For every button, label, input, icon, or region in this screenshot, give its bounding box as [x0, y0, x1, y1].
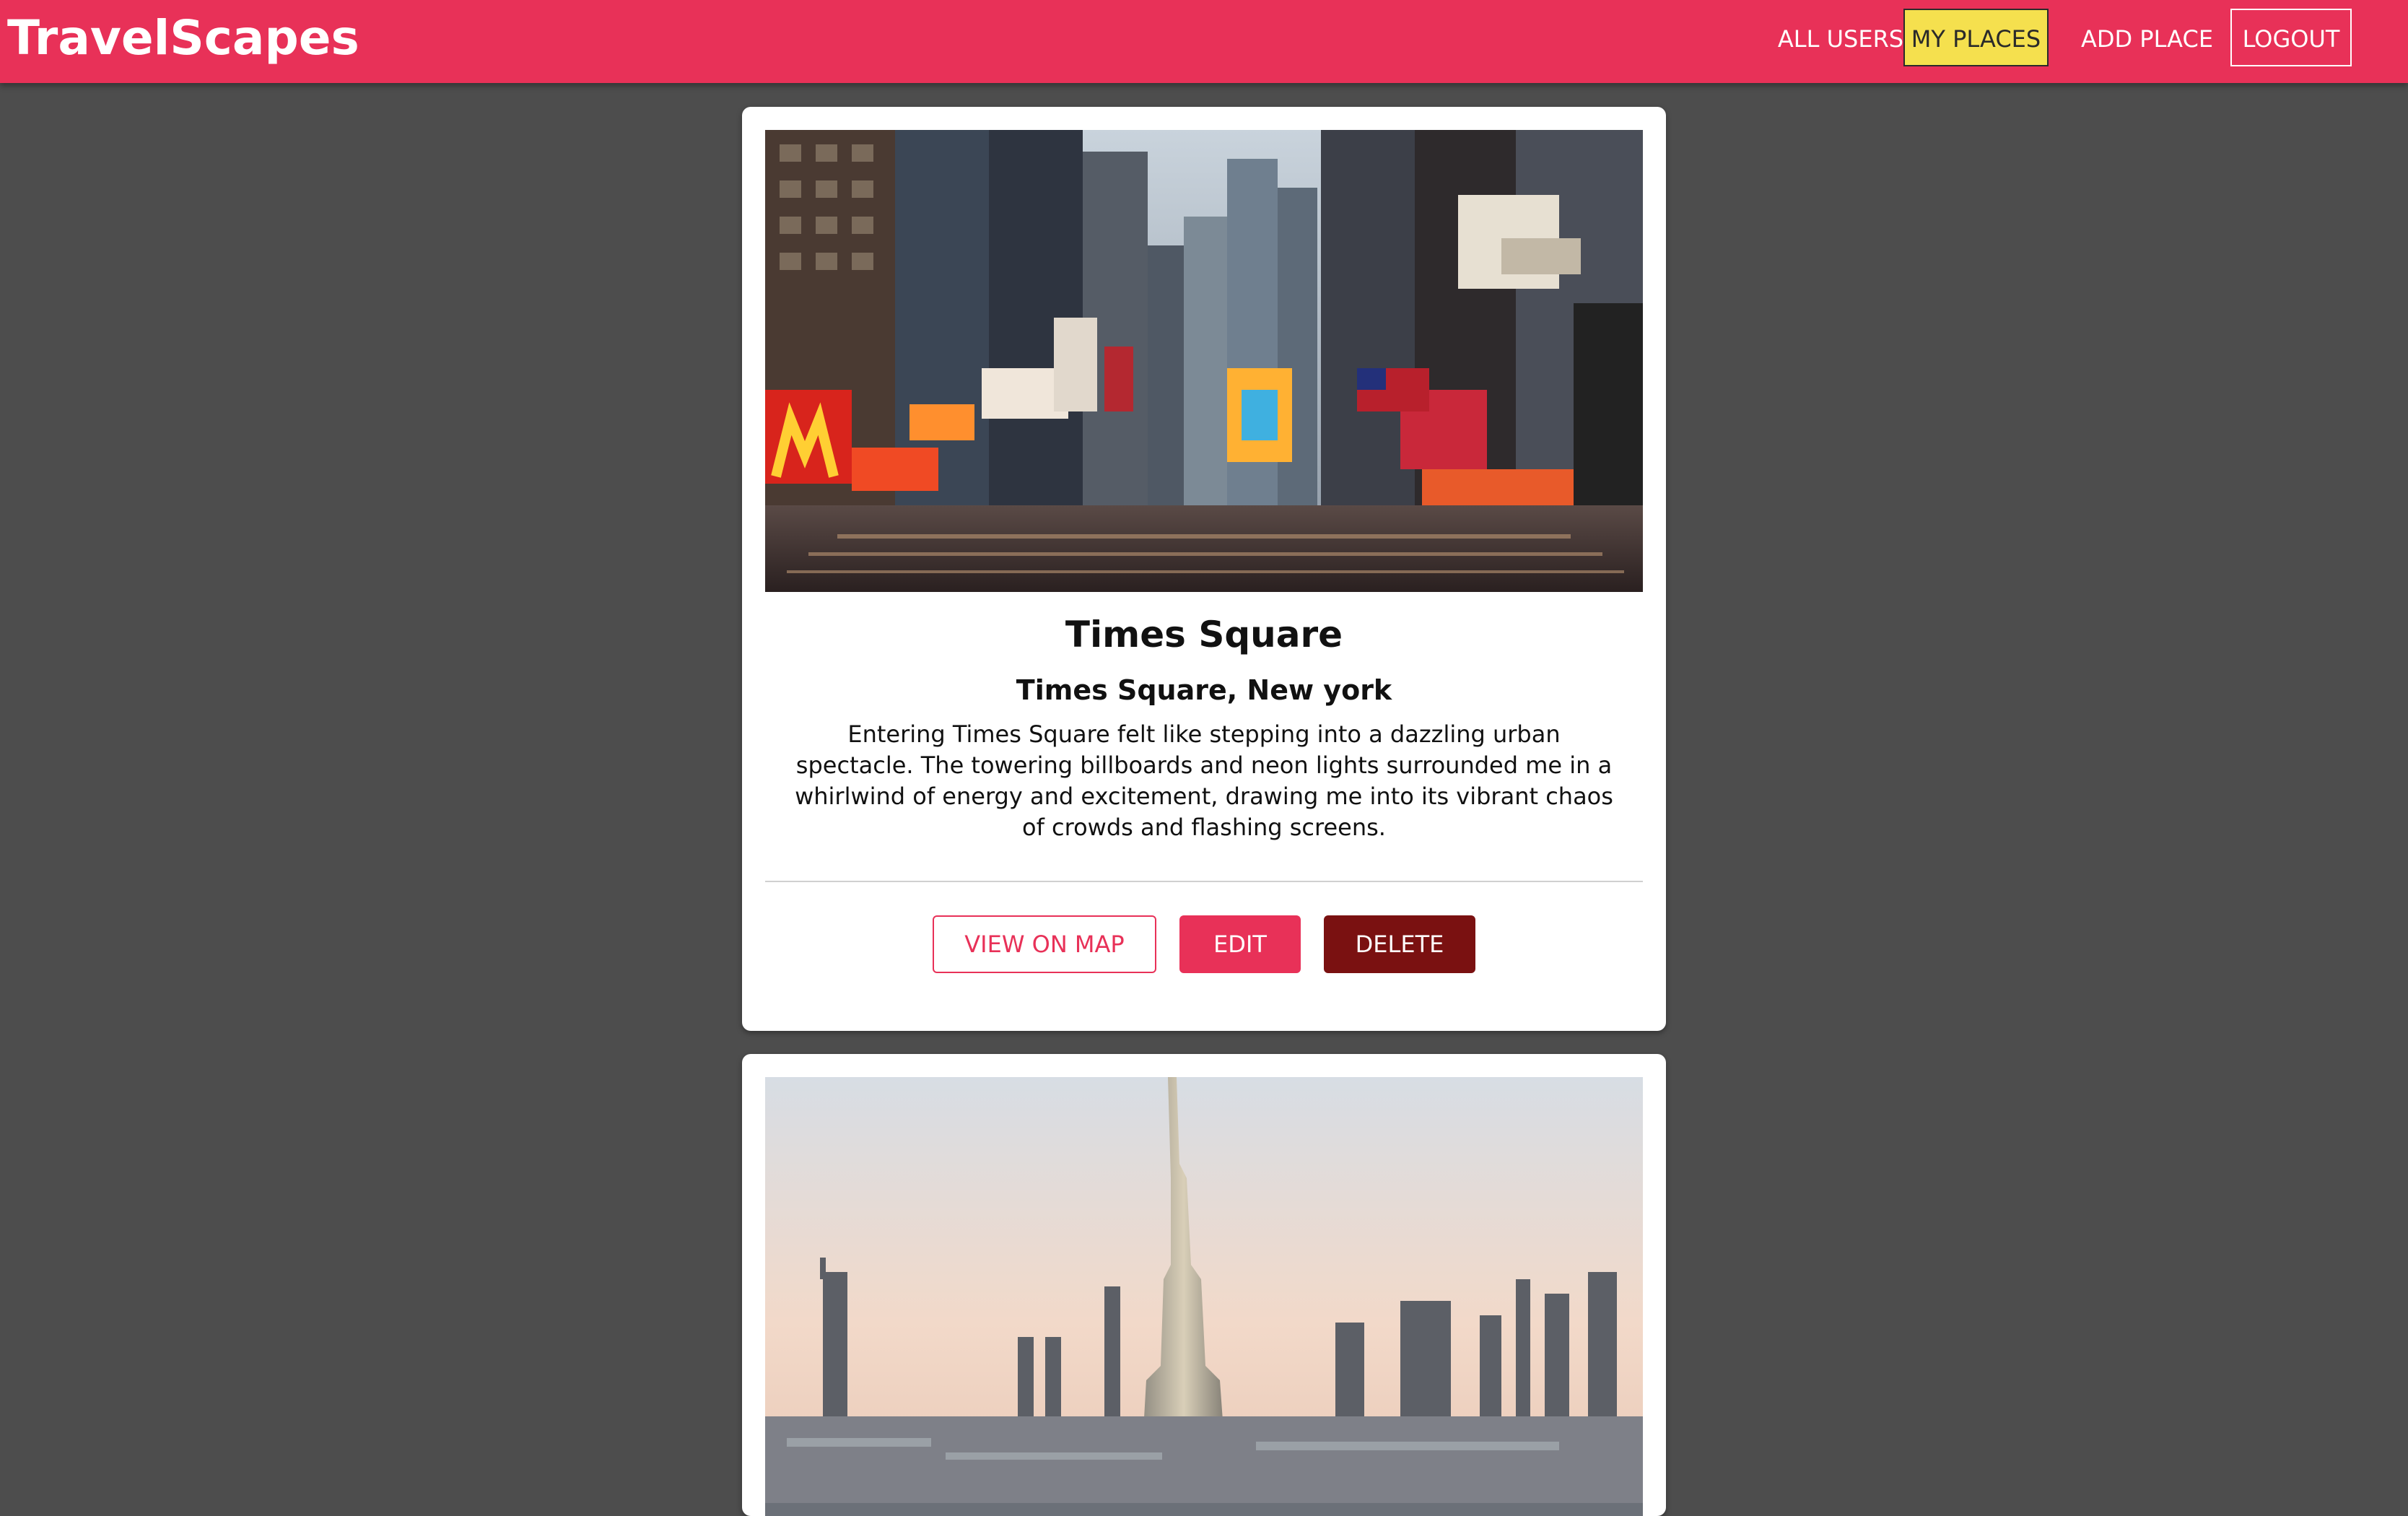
place-image	[765, 1077, 1643, 1516]
place-card: Times Square Times Square, New york Ente…	[742, 107, 1666, 1031]
times-square-photo	[765, 130, 1643, 592]
card-actions: VIEW ON MAP EDIT DELETE	[742, 915, 1666, 973]
app-header: TravelScapes ALL USERS MY PLACES ADD PLA…	[0, 0, 2408, 83]
brand-logo[interactable]: TravelScapes	[7, 10, 359, 66]
delete-button[interactable]: DELETE	[1324, 915, 1475, 973]
dubai-skyline-photo	[765, 1077, 1643, 1516]
logout-button[interactable]: LOGOUT	[2230, 9, 2352, 66]
edit-button[interactable]: EDIT	[1179, 915, 1301, 973]
nav-all-users[interactable]: ALL USERS	[1776, 9, 1906, 66]
place-description: Entering Times Square felt like stepping…	[795, 720, 1613, 841]
place-address: Times Square, New york	[1016, 674, 1392, 706]
card-divider	[765, 881, 1643, 882]
nav-my-places[interactable]: MY PLACES	[1903, 9, 2049, 66]
nav-add-place[interactable]: ADD PLACE	[2077, 9, 2217, 66]
main-nav: ALL USERS MY PLACES ADD PLACE LOGOUT	[1778, 9, 2408, 66]
place-title: Times Square	[1065, 614, 1343, 655]
place-card	[742, 1054, 1666, 1516]
view-on-map-button[interactable]: VIEW ON MAP	[933, 915, 1156, 973]
place-image	[765, 130, 1643, 592]
